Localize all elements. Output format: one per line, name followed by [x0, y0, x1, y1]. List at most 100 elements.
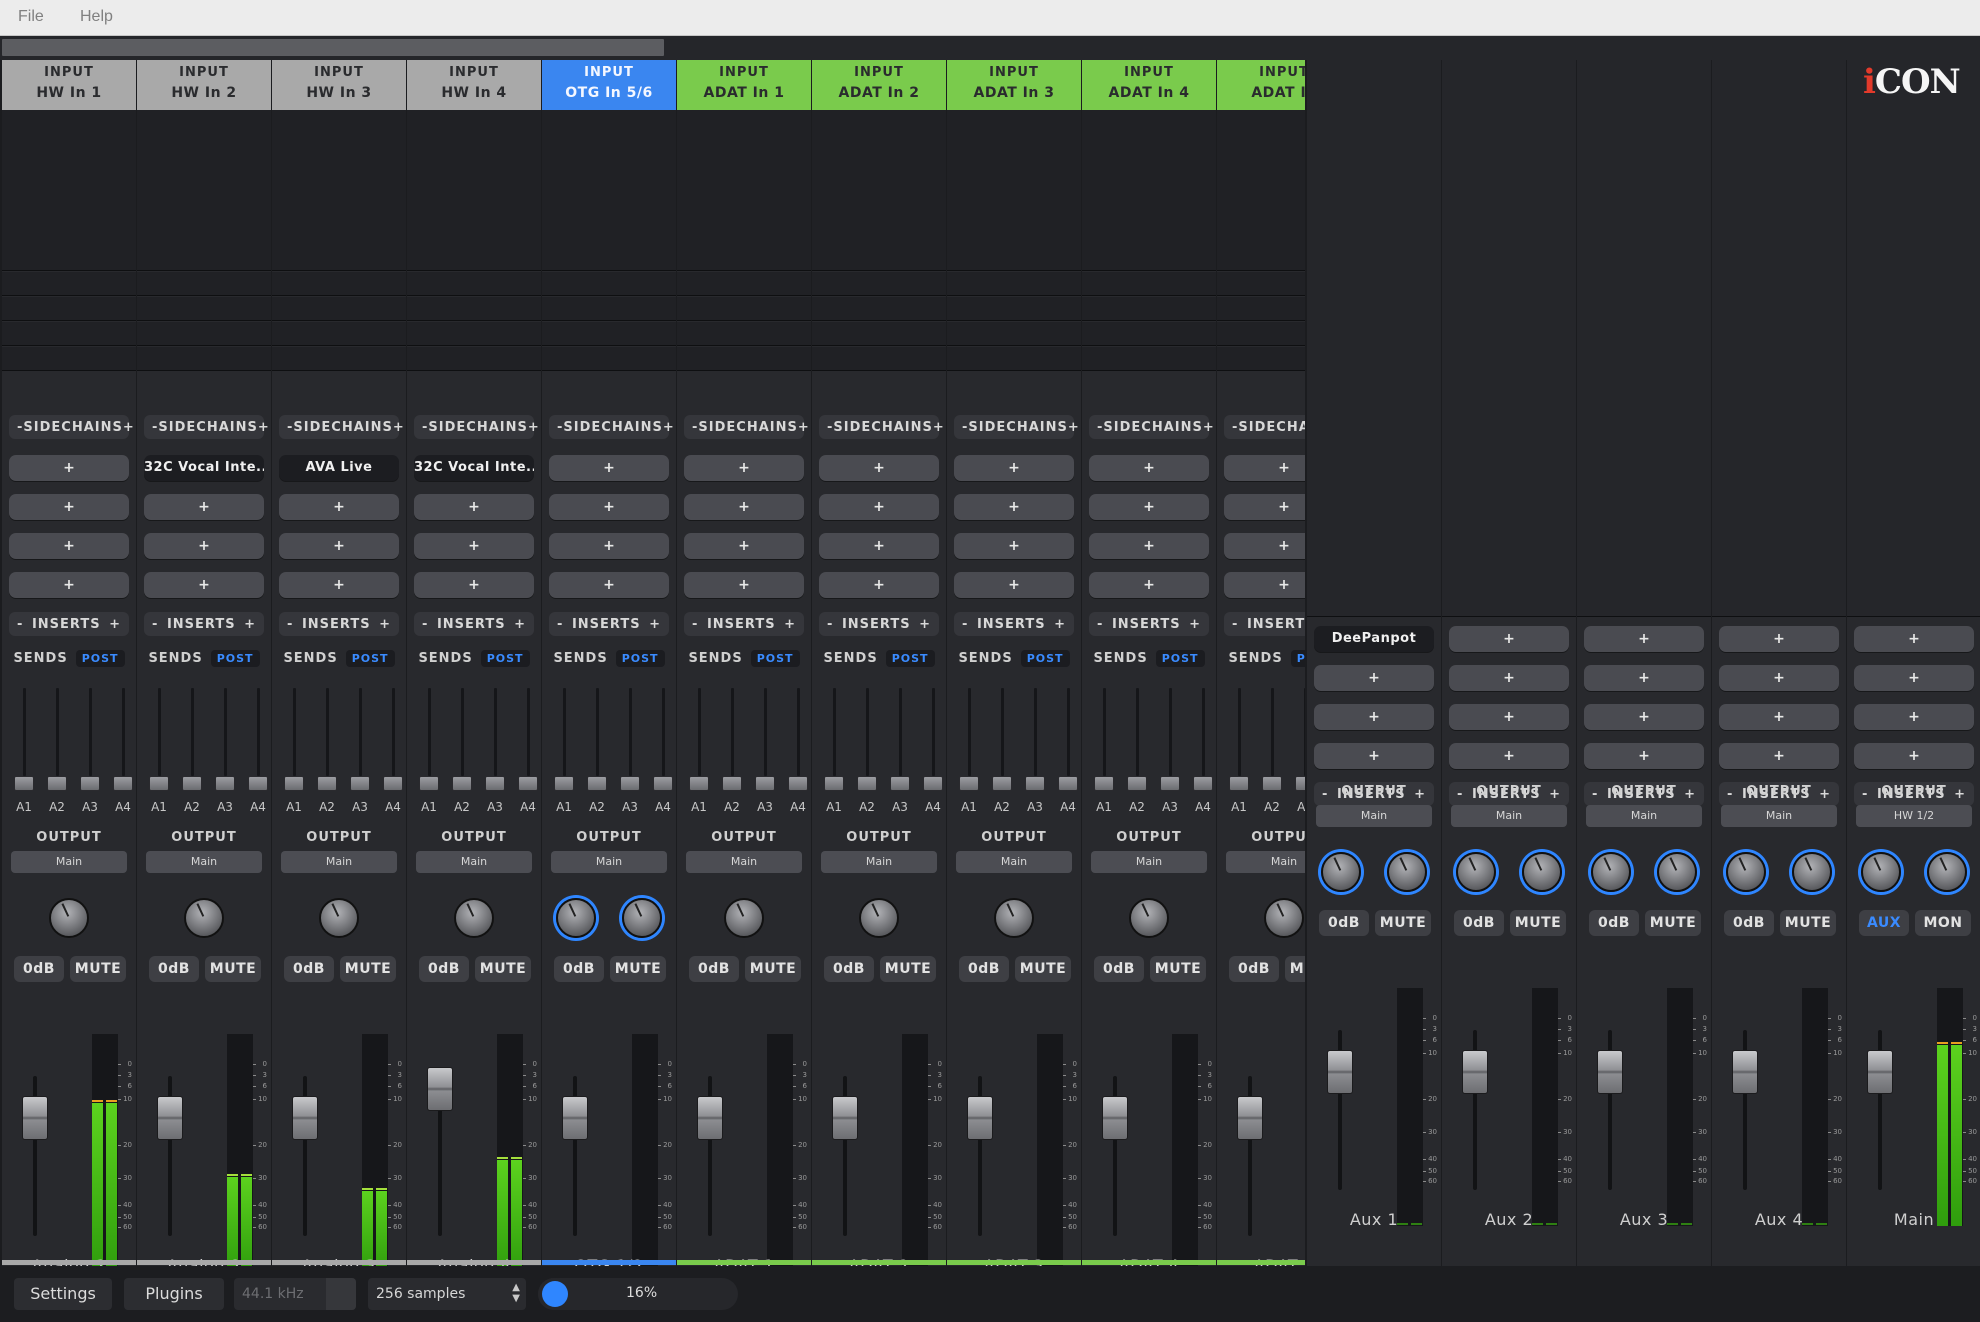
volume-fader[interactable] [1462, 1050, 1488, 1095]
zero-db-button[interactable]: 0dB [1589, 910, 1639, 936]
pan-knob[interactable] [454, 898, 494, 938]
send-fader-a4[interactable] [788, 776, 808, 791]
insert-slot[interactable]: + [954, 494, 1074, 520]
insert-slot[interactable]: + [1719, 665, 1839, 691]
insert-slot[interactable]: + [819, 533, 939, 559]
pan-knob[interactable] [184, 898, 224, 938]
insert-slot[interactable]: + [9, 455, 129, 481]
inserts-add-button[interactable]: + [514, 617, 526, 632]
settings-button[interactable]: Settings [14, 1278, 112, 1310]
send-fader-a1[interactable] [284, 776, 304, 791]
insert-slot[interactable]: + [1449, 626, 1569, 652]
sample-rate-field[interactable]: 44.1 kHz [234, 1278, 356, 1310]
zero-db-button[interactable]: 0dB [419, 956, 469, 982]
pan-knob-right[interactable] [1387, 852, 1427, 892]
mon-button[interactable]: MON [1915, 910, 1971, 936]
mute-button[interactable]: MUTE [1510, 910, 1566, 936]
insert-slot[interactable]: + [144, 533, 264, 559]
insert-slot[interactable]: + [1584, 626, 1704, 652]
volume-fader[interactable] [1867, 1050, 1893, 1095]
zero-db-button[interactable]: 0dB [554, 956, 604, 982]
post-toggle[interactable]: POST [345, 649, 395, 667]
inserts-remove-button[interactable]: - [1097, 617, 1103, 632]
insert-slot[interactable]: + [954, 533, 1074, 559]
send-fader-a4[interactable] [653, 776, 673, 791]
mute-button[interactable]: MUTE [340, 956, 396, 982]
post-toggle[interactable]: POST [885, 649, 935, 667]
insert-slot[interactable]: + [684, 455, 804, 481]
sidechains-add-button[interactable]: + [663, 420, 675, 435]
sidechains-add-button[interactable]: + [123, 420, 135, 435]
send-fader-a4[interactable] [1193, 776, 1213, 791]
insert-slot[interactable]: + [1224, 533, 1305, 559]
inserts-remove-button[interactable]: - [692, 617, 698, 632]
insert-slot[interactable]: + [954, 455, 1074, 481]
insert-slot[interactable]: + [279, 533, 399, 559]
inserts-remove-button[interactable]: - [287, 617, 293, 632]
insert-slot[interactable]: + [1854, 665, 1974, 691]
input-header[interactable]: INPUT ADAT In 2 [812, 60, 946, 110]
volume-fader[interactable] [22, 1096, 48, 1141]
send-fader-a4[interactable] [248, 776, 268, 791]
sidechains-add-button[interactable]: + [1068, 420, 1080, 435]
insert-slot[interactable]: + [954, 572, 1074, 598]
inserts-remove-button[interactable]: - [962, 617, 968, 632]
insert-slot[interactable]: AVA Live [279, 455, 399, 481]
send-fader-a2[interactable] [47, 776, 67, 791]
volume-fader[interactable] [1237, 1096, 1263, 1141]
output-select[interactable]: Main [1721, 805, 1837, 827]
insert-slot[interactable]: + [144, 494, 264, 520]
input-header[interactable]: INPUT HW In 1 [2, 60, 136, 110]
post-toggle[interactable]: POST [1020, 649, 1070, 667]
send-fader-a4[interactable] [383, 776, 403, 791]
post-toggle[interactable]: POST [1290, 649, 1305, 667]
send-fader-a4[interactable] [518, 776, 538, 791]
send-fader-a3[interactable] [1295, 776, 1305, 791]
insert-slot[interactable]: 32C Vocal Inte... [414, 455, 534, 481]
insert-slot[interactable]: + [279, 494, 399, 520]
menu-help[interactable]: Help [80, 8, 113, 26]
sidechains-add-button[interactable]: + [1203, 420, 1215, 435]
volume-fader[interactable] [1102, 1096, 1128, 1141]
mute-button[interactable]: MUTE [475, 956, 531, 982]
insert-slot[interactable]: + [549, 572, 669, 598]
insert-slot[interactable]: + [9, 572, 129, 598]
zero-db-button[interactable]: 0dB [1094, 956, 1144, 982]
insert-slot[interactable]: + [1089, 494, 1209, 520]
buffer-stepper-icon[interactable]: ▲ ▼ [512, 1282, 520, 1304]
insert-slot[interactable]: + [1224, 494, 1305, 520]
pan-knob-right[interactable] [622, 898, 662, 938]
mute-button[interactable]: MUTE [1780, 910, 1836, 936]
output-select[interactable]: Main [11, 851, 127, 873]
post-toggle[interactable]: POST [1155, 649, 1205, 667]
insert-slot[interactable]: + [1719, 743, 1839, 769]
output-select[interactable]: Main [686, 851, 802, 873]
sidechains-add-button[interactable]: + [798, 420, 810, 435]
insert-slot[interactable]: + [549, 533, 669, 559]
insert-slot[interactable]: + [1449, 665, 1569, 691]
send-fader-a1[interactable] [1094, 776, 1114, 791]
input-header[interactable]: INPUT HW In 3 [272, 60, 406, 110]
insert-slot[interactable]: + [684, 494, 804, 520]
zero-db-button[interactable]: 0dB [959, 956, 1009, 982]
pan-knob-left[interactable] [1591, 852, 1631, 892]
input-header[interactable]: INPUT ADAT In 4 [1082, 60, 1216, 110]
output-select[interactable]: Main [1316, 805, 1432, 827]
insert-slot[interactable]: + [144, 572, 264, 598]
insert-slot[interactable]: + [1314, 704, 1434, 730]
insert-slot[interactable]: + [549, 494, 669, 520]
volume-fader[interactable] [1597, 1050, 1623, 1095]
send-fader-a2[interactable] [722, 776, 742, 791]
insert-slot[interactable]: 32C Vocal Inte... [144, 455, 264, 481]
output-select[interactable]: Main [146, 851, 262, 873]
mute-button[interactable]: MUTE [880, 956, 936, 982]
zero-db-button[interactable]: 0dB [689, 956, 739, 982]
insert-slot[interactable]: + [819, 494, 939, 520]
inserts-remove-button[interactable]: - [827, 617, 833, 632]
zero-db-button[interactable]: 0dB [14, 956, 64, 982]
send-fader-a1[interactable] [14, 776, 34, 791]
zero-db-button[interactable]: 0dB [824, 956, 874, 982]
output-select[interactable]: Main [1586, 805, 1702, 827]
pan-knob-left[interactable] [1726, 852, 1766, 892]
sample-rate-dropdown-icon[interactable] [326, 1278, 356, 1310]
